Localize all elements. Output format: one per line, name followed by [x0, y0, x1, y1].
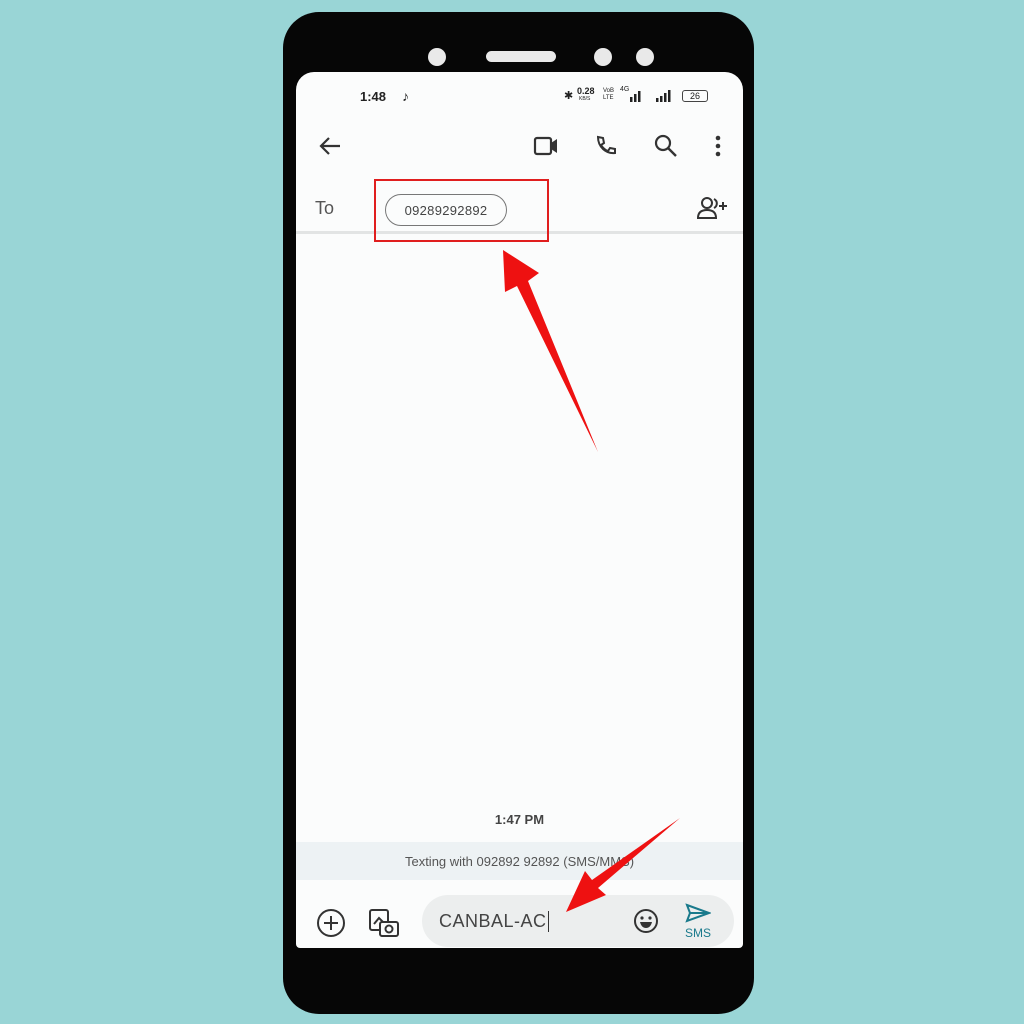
annotation-arrow-up	[503, 250, 598, 452]
annotation-arrow-down	[566, 818, 680, 912]
annotation-arrows	[503, 250, 680, 912]
